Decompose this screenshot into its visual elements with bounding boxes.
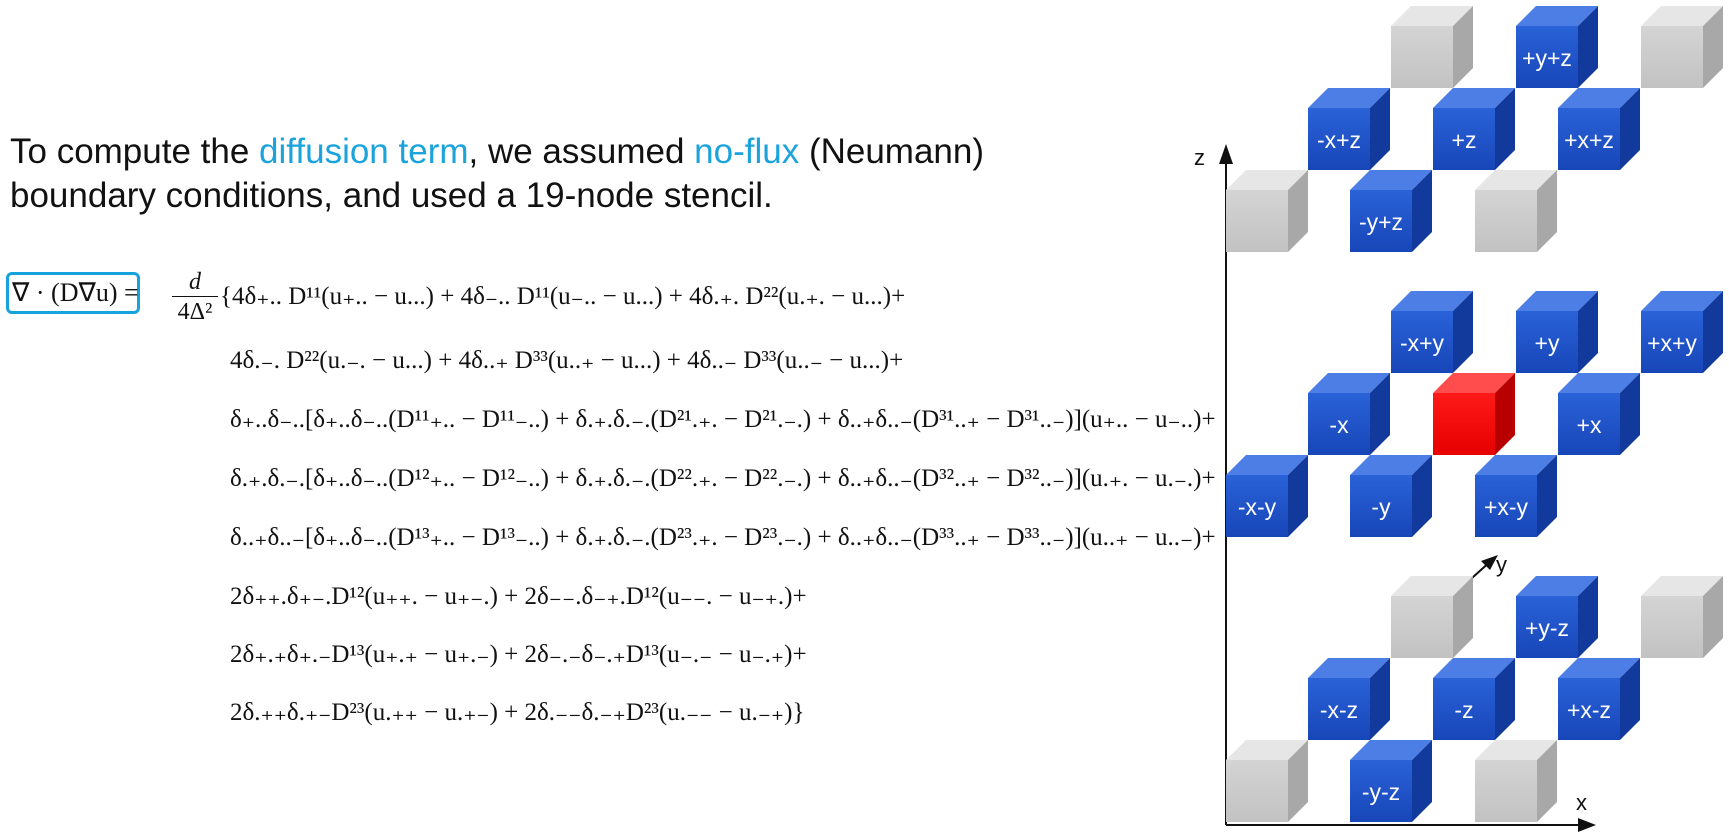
- cube-label-minus-z: -z: [1454, 697, 1473, 723]
- top-layer: +y+z -x+z +z +x+z -y+z: [1226, 6, 1723, 252]
- cube-plus-x-plus-y: +x+y: [1641, 291, 1723, 373]
- cube-plus-x-minus-z: +x-z: [1558, 658, 1640, 740]
- middle-layer: -x+y +y +x+y -x +x -x-y -y +x-y: [1226, 291, 1723, 537]
- cube-label-plus-y: +y: [1535, 330, 1560, 356]
- cube-gray: [1641, 6, 1723, 88]
- cube-label-minus-y: -y: [1371, 494, 1391, 520]
- cube-gray: [1226, 740, 1308, 822]
- cube-label-plus-x-minus-y: +x-y: [1484, 494, 1529, 520]
- cube-center: [1433, 373, 1515, 455]
- cube-minus-y-minus-z: -y-z: [1350, 740, 1432, 822]
- cube-label-minus-y-plus-z: -y+z: [1359, 209, 1403, 235]
- cube-plus-x: +x: [1558, 373, 1640, 455]
- x-axis-label: x: [1576, 790, 1587, 815]
- cube-minus-y: -y: [1350, 455, 1432, 537]
- cube-gray: [1641, 576, 1723, 658]
- cube-label-plus-z: +z: [1452, 127, 1477, 153]
- cube-gray: [1475, 740, 1557, 822]
- cube-minus-z: -z: [1433, 658, 1515, 740]
- cube-plus-z: +z: [1433, 88, 1515, 170]
- cube-plus-x-minus-y: +x-y: [1475, 455, 1557, 537]
- cube-label-plus-x: +x: [1577, 412, 1602, 438]
- cube-label-minus-x-minus-z: -x-z: [1320, 697, 1358, 723]
- cube-label-plus-x-minus-z: +x-z: [1567, 697, 1611, 723]
- cube-gray: [1391, 6, 1473, 88]
- cube-minus-x: -x: [1308, 373, 1390, 455]
- cube-label-minus-y-minus-z: -y-z: [1362, 779, 1400, 805]
- cube-label-minus-x: -x: [1329, 412, 1349, 438]
- cube-plus-x-plus-z: +x+z: [1558, 88, 1640, 170]
- cube-plus-y-minus-z: +y-z: [1516, 576, 1598, 658]
- cube-label-minus-x-minus-y: -x-y: [1238, 494, 1277, 520]
- cube-gray: [1391, 576, 1473, 658]
- z-axis-arrowhead: [1219, 144, 1233, 164]
- cube-plus-y: +y: [1516, 291, 1598, 373]
- bottom-layer: +y-z -x-z -z +x-z -y-z: [1226, 576, 1723, 822]
- cube-gray: [1226, 170, 1308, 252]
- cube-label-plus-y-plus-z: +y+z: [1522, 45, 1572, 71]
- cube-label-minus-x-plus-z: -x+z: [1317, 127, 1361, 153]
- cube-label-plus-x-plus-y: +x+y: [1647, 330, 1697, 356]
- y-axis-label: y: [1496, 552, 1507, 577]
- cube-minus-x-plus-z: -x+z: [1308, 88, 1390, 170]
- z-axis-label: z: [1194, 145, 1205, 170]
- cube-label-plus-y-minus-z: +y-z: [1525, 615, 1569, 641]
- cube-label-minus-x-plus-y: -x+y: [1400, 330, 1445, 356]
- cube-minus-x-minus-z: -x-z: [1308, 658, 1390, 740]
- cube-minus-x-plus-y: -x+y: [1391, 291, 1473, 373]
- cube-minus-x-minus-y: -x-y: [1226, 455, 1308, 537]
- stencil-diagram: z y x +y+z -x+z +z +x+z -y+z -x+y +y +x+…: [1194, 6, 1723, 832]
- x-axis-arrowhead: [1578, 818, 1596, 832]
- cube-gray: [1475, 170, 1557, 252]
- cube-label-plus-x-plus-z: +x+z: [1564, 127, 1614, 153]
- cube-minus-y-plus-z: -y+z: [1350, 170, 1432, 252]
- cube-plus-y-plus-z: +y+z: [1516, 6, 1598, 88]
